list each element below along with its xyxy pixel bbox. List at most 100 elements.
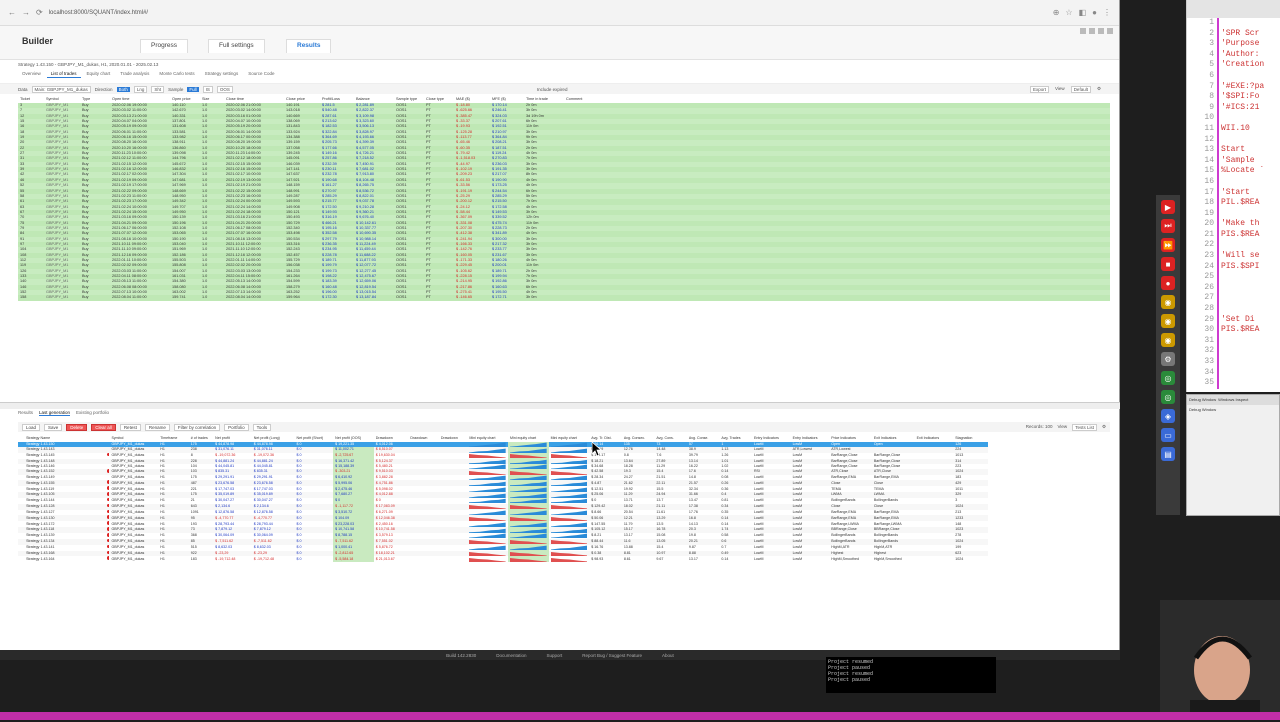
- subtab-monte-carlo-tests[interactable]: Monte Carlo tests: [155, 70, 198, 78]
- code-line[interactable]: [1221, 71, 1264, 82]
- direction-both[interactable]: Both: [116, 86, 130, 92]
- code-line[interactable]: WII.10: [1221, 124, 1264, 135]
- settings-gear-icon-player[interactable]: ⚙: [1161, 352, 1175, 366]
- window-settings-icon[interactable]: [1089, 28, 1095, 34]
- code-line[interactable]: %Locate `: [1221, 166, 1264, 177]
- tab-debug-window[interactable]: Debug Window: [1189, 397, 1216, 403]
- subtab-trade-analysis[interactable]: Trade analysis: [116, 70, 153, 78]
- clear-all-button[interactable]: Clear all: [91, 423, 116, 431]
- status-support[interactable]: Support: [546, 653, 562, 658]
- data-select[interactable]: Main: GBPJPY_M1_dukas: [31, 85, 91, 93]
- step-icon[interactable]: ⏭: [1161, 219, 1175, 233]
- portfolio-button[interactable]: Portfolio: [224, 423, 249, 431]
- settings-gear-icon[interactable]: ⚙: [1097, 86, 1101, 93]
- status-about[interactable]: About: [662, 653, 674, 658]
- status-build-142-2830[interactable]: Build 142.2830: [446, 653, 476, 658]
- code-line[interactable]: [1221, 177, 1264, 188]
- forward-icon[interactable]: →: [22, 8, 30, 17]
- code-line[interactable]: 'Make th: [1221, 219, 1264, 230]
- code-line[interactable]: [1221, 18, 1264, 29]
- direction-short[interactable]: Sht: [151, 85, 165, 93]
- code-line[interactable]: 'Author:: [1221, 50, 1264, 61]
- code-line[interactable]: [1221, 209, 1264, 220]
- record-icon[interactable]: ●: [1161, 276, 1175, 290]
- sample-oos[interactable]: OOS: [216, 85, 233, 93]
- menu-icon[interactable]: ⋮: [1103, 8, 1111, 17]
- view-select[interactable]: Default: [1070, 85, 1091, 93]
- subtab-strategy-settings[interactable]: Strategy settings: [201, 70, 243, 78]
- filter-by-correlation-button[interactable]: Filter by correlation: [173, 423, 221, 431]
- panel-splitter[interactable]: [0, 402, 1120, 409]
- stop-icon[interactable]: ■: [1161, 257, 1175, 271]
- extension-icon[interactable]: ◧: [1079, 8, 1087, 17]
- subtab-list-of-trades[interactable]: List of trades: [46, 70, 81, 78]
- code-line[interactable]: [1221, 113, 1264, 124]
- code-line[interactable]: 'Purpose: [1221, 39, 1264, 50]
- databank-gear-icon[interactable]: ⚙: [1102, 424, 1106, 431]
- code-line[interactable]: Start: [1221, 145, 1264, 156]
- window-close-icon[interactable]: [1107, 28, 1113, 34]
- code-line[interactable]: [1221, 272, 1264, 283]
- code-line[interactable]: [1221, 304, 1264, 315]
- window-min-icon[interactable]: [1098, 28, 1104, 34]
- bottom-tab-existing-portfolio[interactable]: Existing portfolio: [76, 410, 109, 416]
- direction-long[interactable]: Lng: [133, 85, 148, 93]
- code-line[interactable]: PIS.$SPI: [1221, 262, 1264, 273]
- tools-button[interactable]: Tools: [252, 423, 272, 431]
- code-line[interactable]: '#EXE:?pa: [1221, 82, 1264, 93]
- tab-full-settings[interactable]: Full settings: [208, 39, 265, 53]
- code-line[interactable]: '$SPI:Fo: [1221, 92, 1264, 103]
- code-line[interactable]: 'Set Di: [1221, 315, 1264, 326]
- bookmark-star-icon[interactable]: ☆: [1065, 8, 1072, 17]
- window-icon[interactable]: ▭: [1161, 428, 1175, 442]
- code-area[interactable]: 'SPR Scr 'Purpose 'Author: 'Creation '#EXE:?…: [1217, 18, 1264, 389]
- tab-windows-inspect[interactable]: Windows Inspect: [1218, 397, 1248, 403]
- target-icon[interactable]: ◎: [1161, 390, 1175, 404]
- code-line[interactable]: '#ICS:21: [1221, 103, 1264, 114]
- trades-table-container[interactable]: Ticket Symbol Type Open time Open price Size C…: [18, 97, 1110, 402]
- code-line[interactable]: [1221, 346, 1264, 357]
- back-icon[interactable]: ←: [8, 8, 16, 17]
- code-line[interactable]: PIS.$REA: [1221, 230, 1264, 241]
- reload-icon[interactable]: ⟳: [36, 8, 43, 17]
- network-icon[interactable]: ◈: [1161, 409, 1175, 423]
- subtab-source-code[interactable]: Source Code: [244, 70, 278, 78]
- databank-table-container[interactable]: Strategy Name Symbol Timeframe # of trades N…: [18, 436, 1110, 638]
- tab-results[interactable]: Results: [286, 39, 332, 53]
- sample-full[interactable]: Full: [187, 86, 199, 92]
- subtab-equity-chart[interactable]: Equity chart: [83, 70, 115, 78]
- view-select-2[interactable]: Tests List: [1072, 423, 1097, 431]
- code-line[interactable]: 'Creation: [1221, 60, 1264, 71]
- code-line[interactable]: 'Start: [1221, 188, 1264, 199]
- profile-icon[interactable]: ●: [1092, 8, 1097, 17]
- code-line[interactable]: 'SPR Scr: [1221, 29, 1264, 40]
- code-line[interactable]: 'Sample: [1221, 156, 1264, 167]
- macro-a-icon[interactable]: ◉: [1161, 295, 1175, 309]
- code-line[interactable]: [1221, 357, 1264, 368]
- include-expired-toggle[interactable]: Include expired: [537, 87, 568, 92]
- status-documentation[interactable]: Documentation: [496, 653, 526, 658]
- save-button[interactable]: Save: [44, 423, 63, 431]
- status-report-bug-suggest-feature[interactable]: Report Bug / Suggest Feature: [582, 653, 642, 658]
- code-line[interactable]: [1221, 283, 1264, 294]
- code-line[interactable]: [1221, 240, 1264, 251]
- code-line[interactable]: [1221, 135, 1264, 146]
- code-line[interactable]: PIL.$REA: [1221, 198, 1264, 209]
- databank-row[interactable]: Strategy 1.43.164 GBPJPY_M1_dukas H1 183 $ -…: [18, 556, 1110, 563]
- load-button[interactable]: Load: [22, 423, 41, 431]
- bottom-tab-results[interactable]: Results: [18, 410, 33, 416]
- window-help-icon[interactable]: [1080, 28, 1086, 34]
- zoom-icon[interactable]: ⊕: [1053, 8, 1060, 17]
- subtab-overview[interactable]: Overview: [18, 70, 45, 78]
- play-icon[interactable]: ▶: [1161, 200, 1175, 214]
- tab-progress[interactable]: Progress: [140, 39, 189, 53]
- address-bar[interactable]: localhost:8000/SQUANT/index.html#/: [49, 10, 148, 16]
- bottom-tab-last-generation[interactable]: Last generation: [39, 410, 71, 416]
- delete-button[interactable]: Delete: [66, 423, 88, 431]
- dock-icon[interactable]: ▤: [1161, 447, 1175, 461]
- sample-is[interactable]: IS: [202, 85, 213, 93]
- code-line[interactable]: [1221, 378, 1264, 389]
- code-line[interactable]: PIS.$REA: [1221, 325, 1264, 336]
- retest-button[interactable]: Retest: [119, 423, 141, 431]
- code-line[interactable]: 'Will se: [1221, 251, 1264, 262]
